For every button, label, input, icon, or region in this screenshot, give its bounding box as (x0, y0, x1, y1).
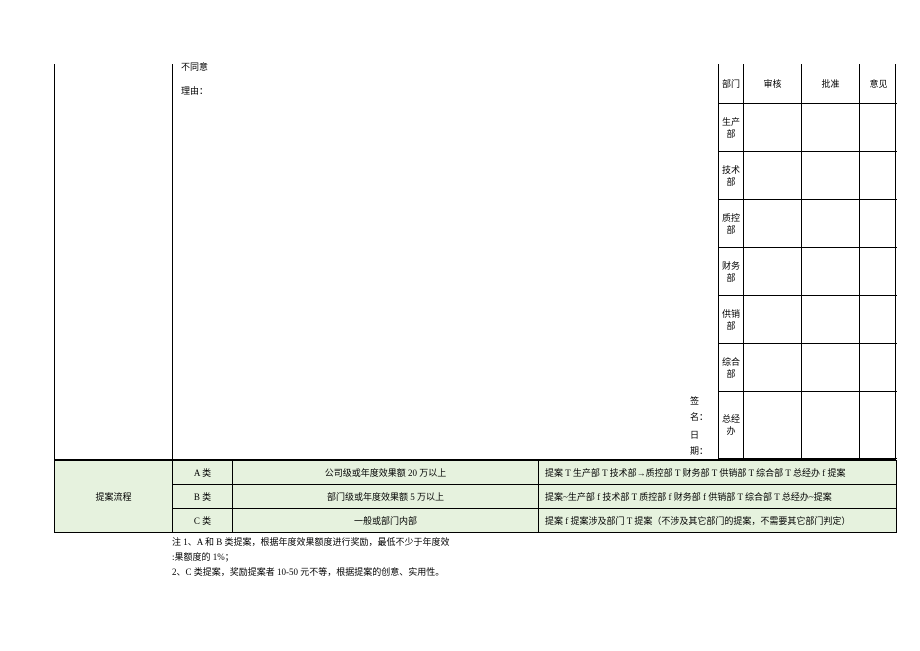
note-2: 2、C 类提案，奖励提案者 10-50 元不等，根据提案的创意、实用性。 (172, 565, 692, 580)
dept-1: 技术部 (719, 152, 743, 200)
hdr-opinion: 意见 (859, 64, 897, 104)
cell-5-opinion (859, 344, 897, 392)
flow-cat-a: A 类 (173, 461, 233, 485)
flow-row-b: B 类 部门级或年度效果额 5 万以上 提案~生产部 f 技术部 T 质控部 f… (55, 485, 897, 509)
cell-5-review (743, 344, 801, 392)
page: 不同意 理由： 签名： 日期： 部门 审核 批准 意见 生产部 技术部 质控部 … (0, 0, 920, 651)
reason-label: 理由： (181, 84, 208, 97)
flow-table: 提案流程 A 类 公司级或年度效果额 20 万以上 提案 T 生产部 T 技术部… (54, 460, 897, 533)
flow-path-b: 提案~生产部 f 技术部 T 质控部 f 财务部 f 供销部 T 综合部 T 总… (539, 485, 897, 509)
cell-3-opinion (859, 248, 897, 296)
date-label: 日期： (690, 427, 702, 459)
flow-path-a: 提案 T 生产部 T 技术部→质控部 T 财务部 T 供销部 T 综合部 T 总… (539, 461, 897, 485)
cell-4-approve (801, 296, 859, 344)
cell-1-review (743, 152, 801, 200)
flow-desc-b: 部门级或年度效果额 5 万以上 (233, 485, 539, 509)
note-1b: :果额度的 1%； (172, 550, 692, 565)
hdr-approve: 批准 (801, 64, 859, 104)
dept-4: 供销部 (719, 296, 743, 344)
cell-1-approve (801, 152, 859, 200)
upper-form-area: 不同意 理由： 签名： 日期： 部门 审核 批准 意见 生产部 技术部 质控部 … (54, 64, 896, 460)
cell-0-review (743, 104, 801, 152)
flow-label: 提案流程 (55, 461, 173, 533)
cell-4-opinion (859, 296, 897, 344)
cell-6-approve (801, 392, 859, 459)
dept-2: 质控部 (719, 200, 743, 248)
flow-row-c: C 类 一般或部门内部 提案 f 提案涉及部门 T 提案（不涉及其它部门的提案，… (55, 509, 897, 533)
note-1a: 注 1、A 和 B 类提案，根据年度效果额度进行奖励，最低不少于年度效 (172, 535, 692, 550)
flow-desc-a: 公司级或年度效果额 20 万以上 (233, 461, 539, 485)
disagree-label: 不同意 (181, 60, 208, 73)
cell-4-review (743, 296, 801, 344)
main-opinion-cell: 不同意 理由： 签名： 日期： (173, 64, 719, 459)
cell-6-opinion (859, 392, 897, 459)
dept-0: 生产部 (719, 104, 743, 152)
cell-2-approve (801, 200, 859, 248)
cell-0-opinion (859, 104, 897, 152)
dept-6: 总经办 (719, 392, 743, 459)
dept-5: 综合部 (719, 344, 743, 392)
footnotes: 注 1、A 和 B 类提案，根据年度效果额度进行奖励，最低不少于年度效 :果额度… (172, 535, 692, 580)
cell-3-review (743, 248, 801, 296)
flow-cat-b: B 类 (173, 485, 233, 509)
flow-desc-c: 一般或部门内部 (233, 509, 539, 533)
flow-path-c: 提案 f 提案涉及部门 T 提案（不涉及其它部门的提案，不需要其它部门判定） (539, 509, 897, 533)
hdr-dept: 部门 (719, 64, 743, 104)
cell-0-approve (801, 104, 859, 152)
cell-2-review (743, 200, 801, 248)
cell-1-opinion (859, 152, 897, 200)
cell-3-approve (801, 248, 859, 296)
hdr-review: 审核 (743, 64, 801, 104)
cell-6-review (743, 392, 801, 459)
cell-2-opinion (859, 200, 897, 248)
cell-5-approve (801, 344, 859, 392)
approval-grid: 部门 审核 批准 意见 生产部 技术部 质控部 财务部 供销部 综合部 (719, 64, 897, 459)
opinion-column (55, 64, 173, 459)
flow-row-a: 提案流程 A 类 公司级或年度效果额 20 万以上 提案 T 生产部 T 技术部… (55, 461, 897, 485)
signature-label: 签名： (690, 393, 702, 425)
dept-3: 财务部 (719, 248, 743, 296)
flow-cat-c: C 类 (173, 509, 233, 533)
